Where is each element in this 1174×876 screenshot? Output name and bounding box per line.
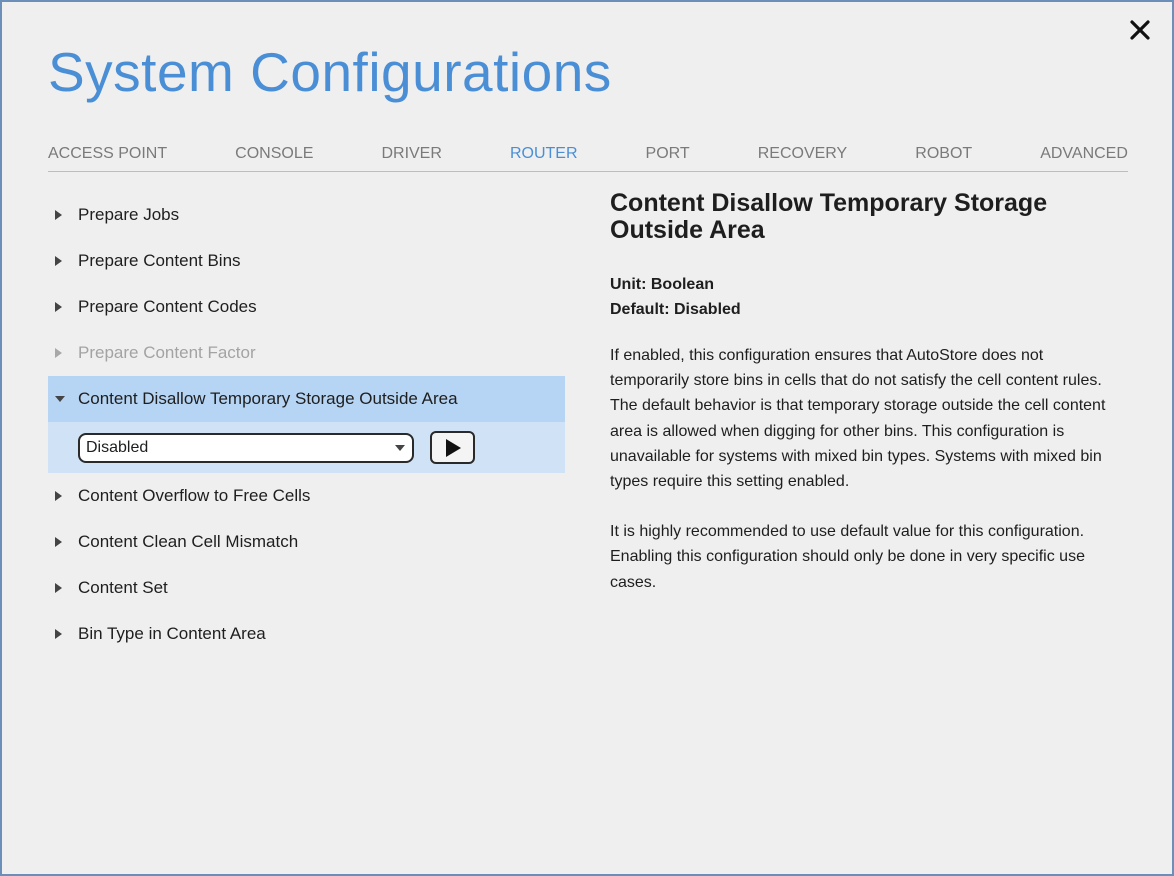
caret-right-icon [48, 536, 78, 548]
caret-right-icon [48, 255, 78, 267]
detail-title: Content Disallow Temporary Storage Outsi… [610, 189, 1048, 244]
list-item-prepare-content-factor: Prepare Content Factor [48, 330, 565, 376]
tab-driver[interactable]: DRIVER [381, 140, 441, 171]
caret-right-icon [48, 347, 78, 359]
tab-recovery[interactable]: RECOVERY [758, 140, 848, 171]
list-item-label: Prepare Content Codes [78, 297, 257, 316]
system-configurations-dialog: System Configurations ACCESS POINT CONSO… [0, 0, 1174, 876]
select-value: Disabled [86, 438, 149, 456]
caret-down-icon [48, 394, 78, 404]
list-item-label: Bin Type in Content Area [78, 624, 266, 643]
tab-robot[interactable]: ROBOT [915, 140, 972, 171]
list-item-prepare-content-codes[interactable]: Prepare Content Codes [48, 284, 565, 330]
detail-default: Default: Disabled [610, 301, 741, 318]
tab-advanced[interactable]: ADVANCED [1040, 140, 1128, 171]
detail-paragraph: If enabled, this configuration ensures t… [610, 347, 1106, 491]
caret-right-icon [48, 490, 78, 502]
list-item-prepare-jobs[interactable]: Prepare Jobs [48, 192, 565, 238]
caret-right-icon [48, 582, 78, 594]
detail-unit: Unit: Boolean [610, 276, 714, 293]
config-tabs: ACCESS POINT CONSOLE DRIVER ROUTER PORT … [48, 140, 1128, 172]
tab-router[interactable]: ROUTER [510, 140, 578, 171]
list-item-label: Prepare Content Bins [78, 251, 241, 270]
detail-paragraph: It is highly recommended to use default … [610, 523, 1085, 591]
list-item-content-set[interactable]: Content Set [48, 565, 565, 611]
chevron-down-icon [395, 444, 405, 451]
play-icon [445, 438, 461, 457]
close-button[interactable] [1126, 16, 1154, 44]
caret-right-icon [48, 301, 78, 313]
list-item-label: Content Disallow Temporary Storage Outsi… [78, 389, 458, 408]
page-title: System Configurations [48, 41, 612, 103]
list-item-content-disallow-temporary-storage[interactable]: Content Disallow Temporary Storage Outsi… [48, 376, 565, 422]
list-item-label: Prepare Jobs [78, 205, 180, 224]
apply-button[interactable] [430, 431, 475, 464]
list-item-prepare-content-bins[interactable]: Prepare Content Bins [48, 238, 565, 284]
list-item-label: Prepare Content Factor [78, 343, 256, 362]
list-item-content-clean-cell-mismatch[interactable]: Content Clean Cell Mismatch [48, 519, 565, 565]
tab-console[interactable]: CONSOLE [235, 140, 313, 171]
list-item-content-overflow[interactable]: Content Overflow to Free Cells [48, 473, 565, 519]
tab-port[interactable]: PORT [646, 140, 690, 171]
tab-access-point[interactable]: ACCESS POINT [48, 140, 167, 171]
config-list: Prepare Jobs Prepare Content Bins Prepar… [48, 192, 565, 657]
detail-pane: Content Disallow Temporary Storage Outsi… [610, 190, 1120, 620]
list-item-label: Content Set [78, 578, 168, 597]
detail-description: If enabled, this configuration ensures t… [610, 343, 1120, 595]
expanded-setting-panel: Disabled [48, 422, 565, 473]
detail-meta: Unit: Boolean Default: Disabled [610, 272, 1120, 322]
caret-right-icon [48, 209, 78, 221]
close-icon[interactable] [1126, 16, 1154, 44]
value-select[interactable]: Disabled [78, 432, 414, 463]
list-item-bin-type-in-content-area[interactable]: Bin Type in Content Area [48, 611, 565, 657]
list-item-label: Content Clean Cell Mismatch [78, 532, 299, 551]
caret-right-icon [48, 628, 78, 640]
list-item-label: Content Overflow to Free Cells [78, 486, 311, 505]
